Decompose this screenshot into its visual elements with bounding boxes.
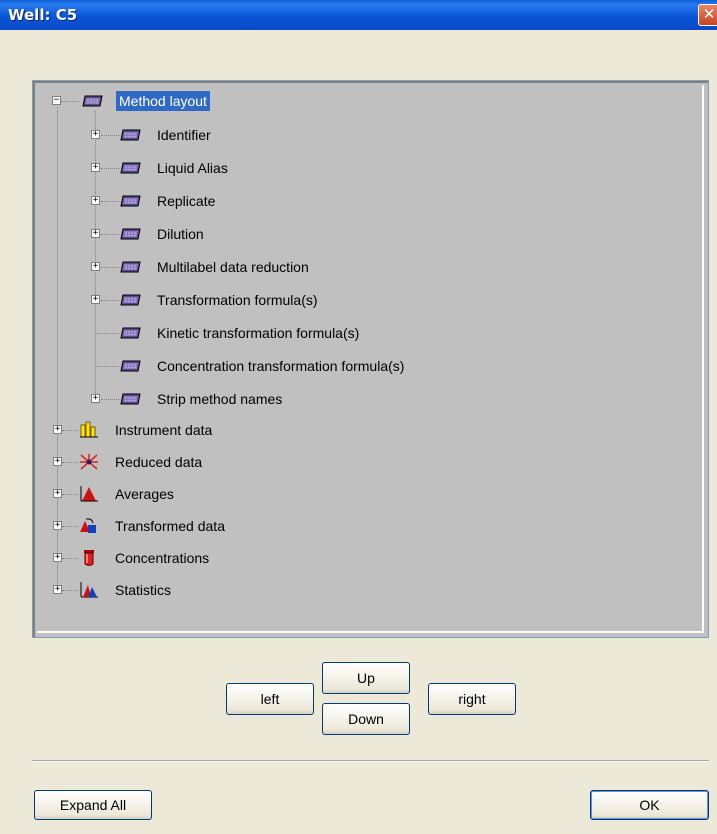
tree-label-statistics[interactable]: Statistics — [112, 580, 174, 600]
tree-connector — [96, 366, 119, 367]
tree-label-reduced-data[interactable]: Reduced data — [112, 452, 205, 472]
collapse-toggle-method-layout[interactable]: − — [52, 96, 61, 105]
close-icon: ✕ — [702, 5, 716, 23]
tree-connector — [101, 201, 119, 202]
expand-toggle-transformation-formula-s[interactable]: + — [91, 295, 100, 304]
plate-icon — [120, 291, 142, 309]
tree-label-transformed-data[interactable]: Transformed data — [112, 516, 228, 536]
tree-connector — [101, 234, 119, 235]
tree-connector — [62, 430, 78, 431]
expand-toggle-transformed-data[interactable]: + — [53, 521, 62, 530]
expand-all-button[interactable]: Expand All — [34, 790, 152, 820]
plate-icon — [120, 357, 142, 375]
separator — [32, 760, 709, 762]
tree-label-multilabel-data-reduction[interactable]: Multilabel data reduction — [154, 257, 312, 277]
burst-icon — [78, 453, 100, 471]
plate-icon — [120, 192, 142, 210]
tree-connector — [61, 101, 79, 102]
plate-icon — [120, 225, 142, 243]
tree-label-dilution[interactable]: Dilution — [154, 224, 207, 244]
tree-label-concentrations[interactable]: Concentrations — [112, 548, 212, 568]
tree-label-concentration-transformation-formula-s[interactable]: Concentration transformation formula(s) — [154, 356, 407, 376]
tree-label-liquid-alias[interactable]: Liquid Alias — [154, 158, 231, 178]
tree-connector — [95, 111, 96, 399]
tree-connector — [101, 168, 119, 169]
down-button[interactable]: Down — [322, 703, 410, 735]
tree-connector — [57, 107, 58, 590]
expand-toggle-replicate[interactable]: + — [91, 196, 100, 205]
tree-label-transformation-formula-s[interactable]: Transformation formula(s) — [154, 290, 321, 310]
plate-icon — [120, 126, 142, 144]
expand-toggle-identifier[interactable]: + — [91, 130, 100, 139]
plate-icon — [120, 390, 142, 408]
shapes-icon — [78, 517, 100, 535]
tree-connector — [62, 590, 78, 591]
ok-button[interactable]: OK — [590, 790, 709, 820]
expand-toggle-multilabel-data-reduction[interactable]: + — [91, 262, 100, 271]
plate-icon — [82, 92, 104, 110]
tree-connector — [62, 462, 78, 463]
tree-label-averages[interactable]: Averages — [112, 484, 177, 504]
tree-connector — [62, 558, 78, 559]
window-title: Well: C5 — [8, 6, 78, 24]
tree-connector — [101, 399, 119, 400]
tree-connector — [62, 526, 78, 527]
expand-toggle-averages[interactable]: + — [53, 489, 62, 498]
peak-icon — [78, 485, 100, 503]
expand-toggle-concentrations[interactable]: + — [53, 553, 62, 562]
right-button[interactable]: right — [428, 683, 516, 715]
expand-toggle-instrument-data[interactable]: + — [53, 425, 62, 434]
tree-connector — [62, 494, 78, 495]
tree-label-identifier[interactable]: Identifier — [154, 125, 214, 145]
title-bar: Well: C5 ✕ — [0, 0, 717, 30]
up-button[interactable]: Up — [322, 662, 410, 694]
bar-chart-icon — [78, 421, 100, 439]
plate-icon — [120, 159, 142, 177]
tree-connector — [101, 135, 119, 136]
distribution-icon — [78, 581, 100, 599]
plate-icon — [120, 258, 142, 276]
expand-toggle-statistics[interactable]: + — [53, 585, 62, 594]
beaker-icon — [78, 549, 100, 567]
tree-label-instrument-data[interactable]: Instrument data — [112, 420, 215, 440]
tree-label-replicate[interactable]: Replicate — [154, 191, 218, 211]
expand-toggle-dilution[interactable]: + — [91, 229, 100, 238]
plate-icon — [120, 324, 142, 342]
tree-connector — [96, 333, 119, 334]
expand-toggle-liquid-alias[interactable]: + — [91, 163, 100, 172]
left-button[interactable]: left — [226, 683, 314, 715]
tree-label-strip-method-names[interactable]: Strip method names — [154, 389, 285, 409]
close-button[interactable]: ✕ — [698, 4, 717, 26]
expand-toggle-strip-method-names[interactable]: + — [91, 394, 100, 403]
tree-connector — [101, 267, 119, 268]
tree-connector — [101, 300, 119, 301]
tree-label-kinetic-transformation-formula-s[interactable]: Kinetic transformation formula(s) — [154, 323, 362, 343]
expand-toggle-reduced-data[interactable]: + — [53, 457, 62, 466]
tree-label-method-layout[interactable]: Method layout — [116, 91, 210, 111]
